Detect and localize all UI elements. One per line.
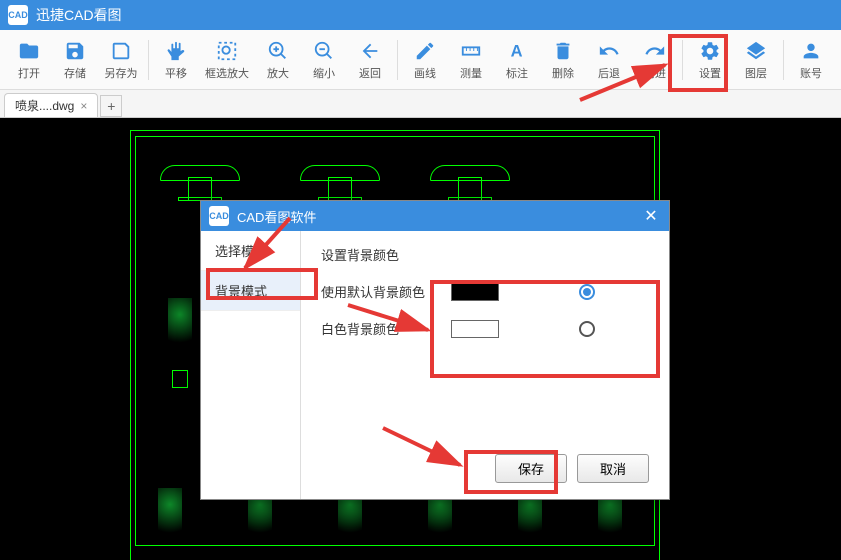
dialog-sidebar: 选择模式 背景模式 (201, 231, 301, 499)
undo-icon (597, 39, 621, 63)
ruler-icon (459, 39, 483, 63)
pan-button[interactable]: 平移 (153, 32, 199, 88)
save-button[interactable]: 存储 (52, 32, 98, 88)
zoom-box-button[interactable]: 框选放大 (199, 32, 255, 88)
folder-icon (17, 39, 41, 63)
open-button[interactable]: 打开 (6, 32, 52, 88)
option-white-bg: 白色背景颜色 (321, 319, 649, 338)
layers-icon (744, 39, 768, 63)
sidebar-item-bg-mode[interactable]: 背景模式 (201, 271, 300, 311)
save-as-button[interactable]: 另存为 (98, 32, 144, 88)
measure-button[interactable]: 测量 (448, 32, 494, 88)
separator (783, 40, 784, 80)
app-icon: CAD (8, 5, 28, 25)
option-default-bg: 使用默认背景颜色 (321, 282, 649, 301)
main-toolbar: 打开 存储 另存为 平移 框选放大 放大 缩小 返回 画线 测量 A标注 删除 … (0, 30, 841, 90)
tab-bar: 喷泉....dwg × + (0, 90, 841, 118)
zoom-back-button[interactable]: 返回 (347, 32, 393, 88)
redo-button[interactable]: 前进 (632, 32, 678, 88)
zoom-in-button[interactable]: 放大 (255, 32, 301, 88)
color-swatch-white (451, 320, 499, 338)
add-tab-button[interactable]: + (100, 95, 122, 117)
cad-object (150, 146, 250, 201)
settings-dialog: CAD CAD看图软件 ✕ 选择模式 背景模式 设置背景颜色 使用默认背景颜色 … (200, 200, 670, 500)
undo-button[interactable]: 后退 (586, 32, 632, 88)
color-swatch-black (451, 283, 499, 301)
zoom-box-icon (215, 39, 239, 63)
zoom-out-icon (312, 39, 336, 63)
svg-text:A: A (511, 42, 523, 60)
file-tab[interactable]: 喷泉....dwg × (4, 93, 98, 117)
user-icon (799, 39, 823, 63)
zoom-out-button[interactable]: 缩小 (301, 32, 347, 88)
pencil-icon (413, 39, 437, 63)
separator (682, 40, 683, 80)
separator (397, 40, 398, 80)
hand-icon (164, 39, 188, 63)
zoom-in-icon (266, 39, 290, 63)
cancel-dialog-button[interactable]: 取消 (577, 454, 649, 483)
dialog-app-icon: CAD (209, 206, 229, 226)
account-button[interactable]: 账号 (788, 32, 834, 88)
cad-object (420, 146, 520, 201)
separator (148, 40, 149, 80)
trash-icon (551, 39, 575, 63)
annotate-button[interactable]: A标注 (494, 32, 540, 88)
save-dialog-button[interactable]: 保存 (495, 454, 567, 483)
dialog-title: CAD看图软件 (237, 207, 633, 226)
draw-line-button[interactable]: 画线 (402, 32, 448, 88)
app-title: 迅捷CAD看图 (36, 5, 122, 25)
cad-object (290, 146, 390, 201)
cad-object (150, 488, 190, 560)
file-tab-label: 喷泉....dwg (15, 97, 74, 114)
cad-object (160, 298, 200, 388)
radio-white-bg[interactable] (579, 321, 595, 337)
close-tab-icon[interactable]: × (80, 99, 87, 113)
dialog-content: 设置背景颜色 使用默认背景颜色 白色背景颜色 保存 取消 (301, 231, 669, 499)
dialog-titlebar: CAD CAD看图软件 ✕ (201, 201, 669, 231)
sidebar-item-select-mode[interactable]: 选择模式 (201, 231, 300, 271)
titlebar: CAD 迅捷CAD看图 (0, 0, 841, 30)
save-as-icon (109, 39, 133, 63)
dialog-heading: 设置背景颜色 (321, 245, 649, 264)
redo-icon (643, 39, 667, 63)
gear-icon (698, 39, 722, 63)
radio-default-bg[interactable] (579, 284, 595, 300)
dialog-close-button[interactable]: ✕ (641, 206, 661, 226)
delete-button[interactable]: 删除 (540, 32, 586, 88)
text-icon: A (505, 39, 529, 63)
back-arrow-icon (358, 39, 382, 63)
save-icon (63, 39, 87, 63)
layers-button[interactable]: 图层 (733, 32, 779, 88)
settings-button[interactable]: 设置 (687, 32, 733, 88)
